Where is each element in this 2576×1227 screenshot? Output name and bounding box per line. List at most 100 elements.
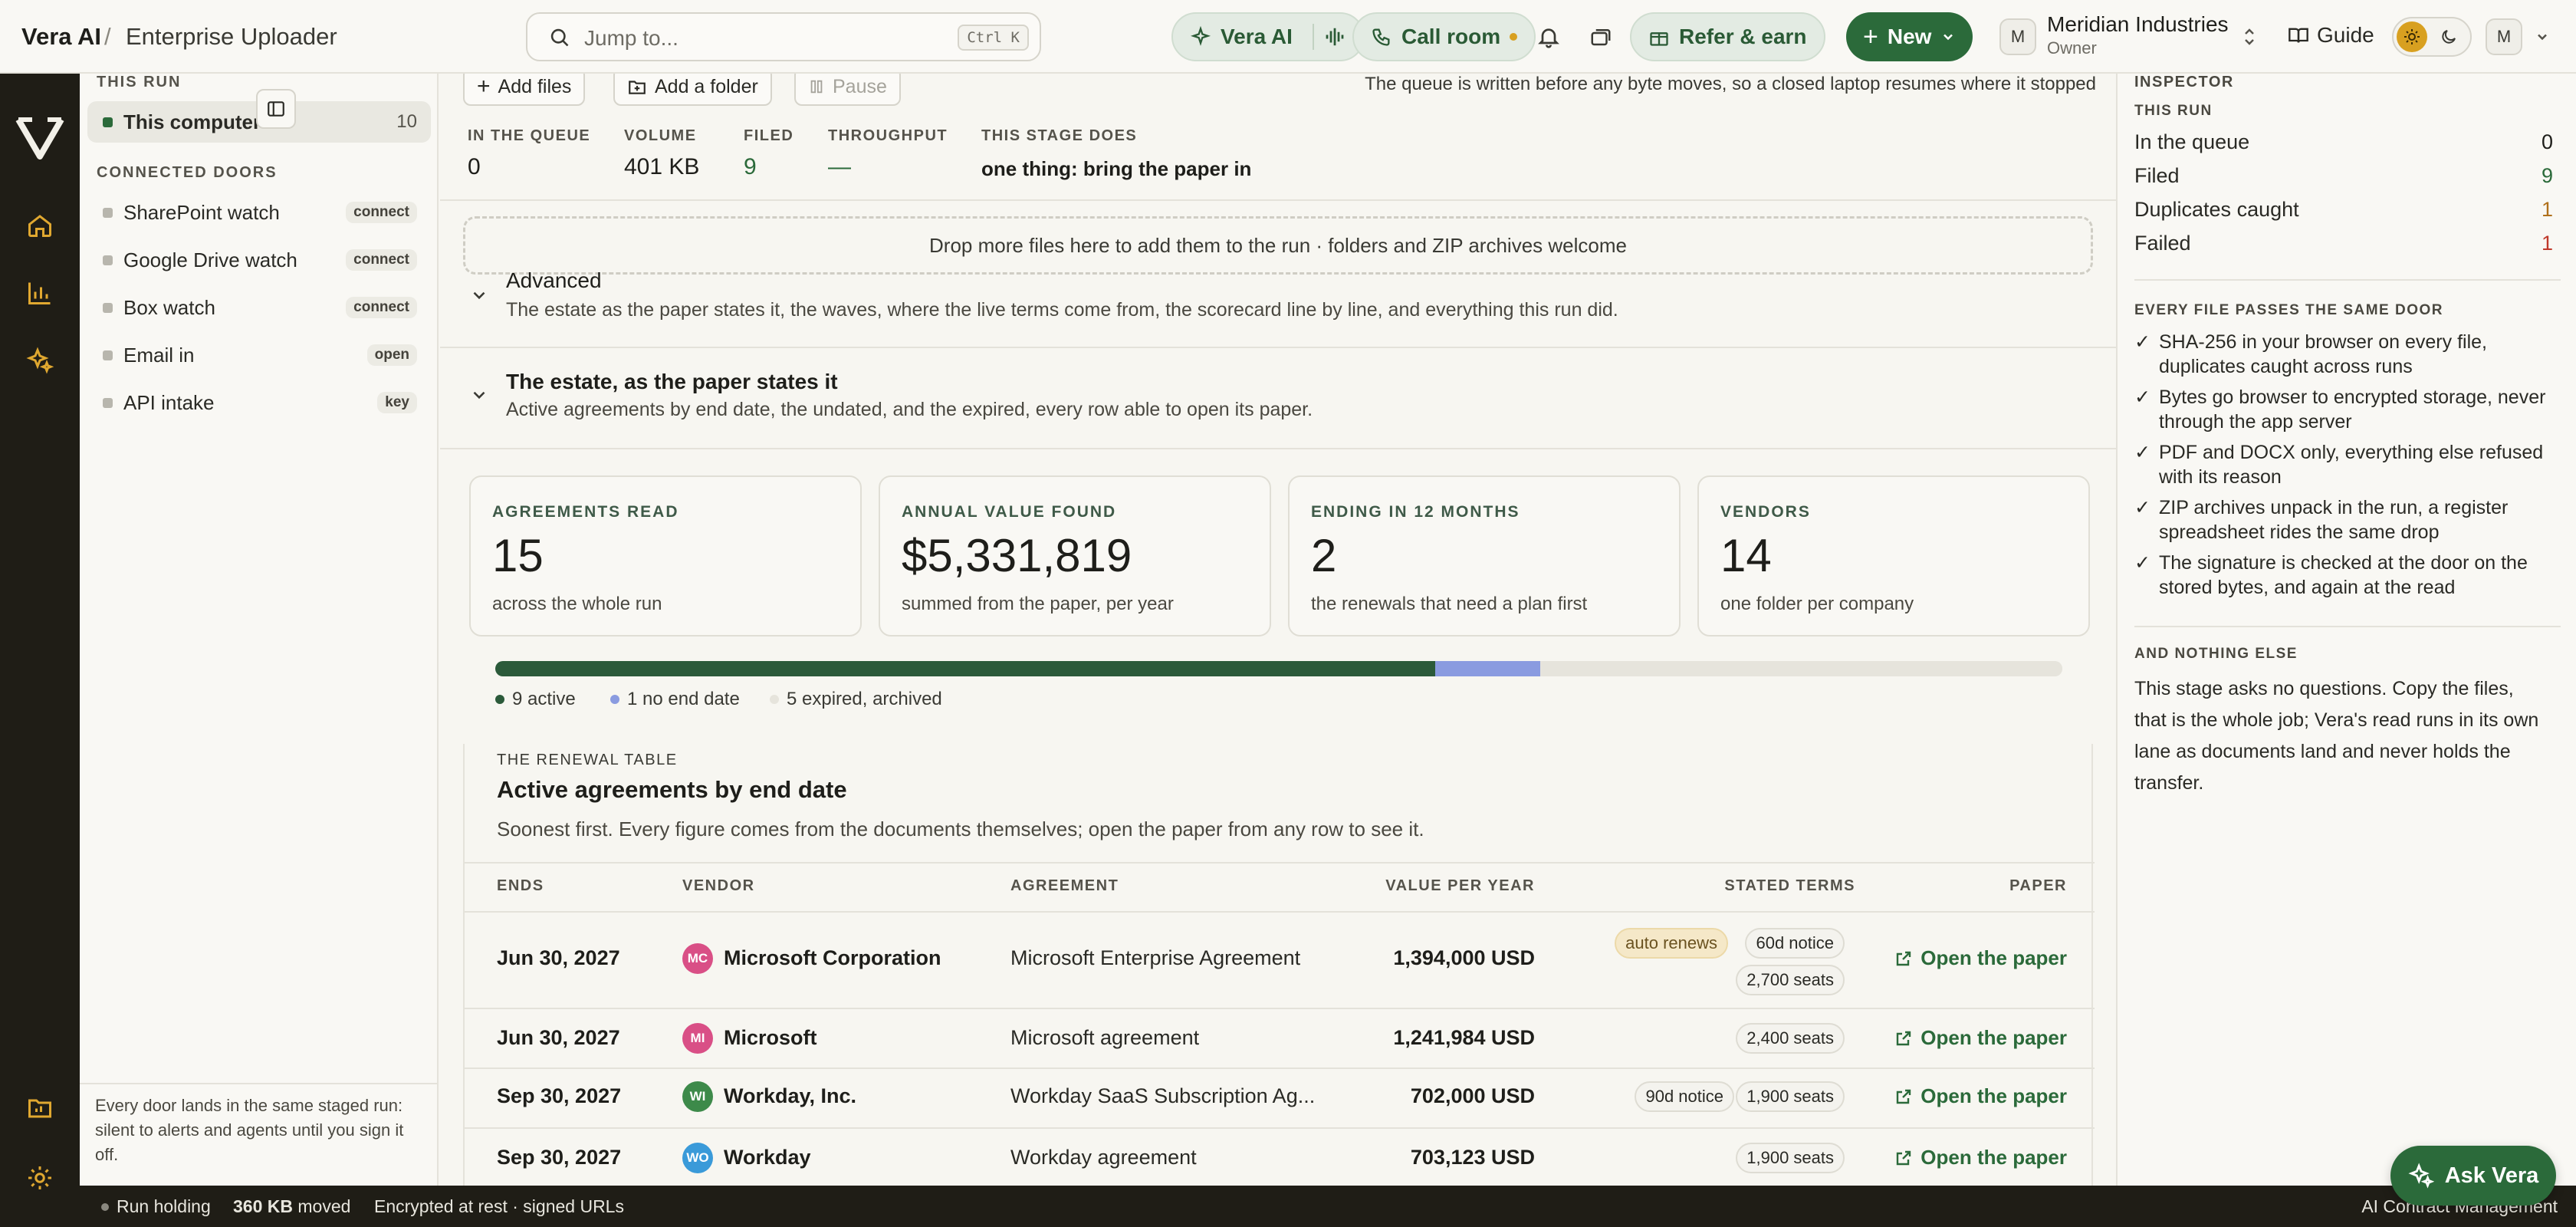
sidebar-item-sharepoint[interactable]: SharePoint watch connect bbox=[87, 192, 431, 233]
kpi-card-ending: ENDING IN 12 MONTHS 2 the renewals that … bbox=[1288, 475, 1681, 637]
sparkle-icon[interactable] bbox=[26, 347, 54, 374]
pause-button[interactable]: Pause bbox=[794, 74, 901, 106]
connect-badge[interactable]: connect bbox=[346, 297, 417, 318]
add-folder-button[interactable]: Add a folder bbox=[613, 74, 772, 106]
folder-chart-icon[interactable] bbox=[26, 1094, 54, 1121]
sidebar-panel-icon bbox=[268, 101, 284, 117]
row-agreement: Microsoft Enterprise Agreement bbox=[1010, 946, 1301, 969]
connect-badge[interactable]: connect bbox=[346, 249, 417, 271]
org-name: Meridian Industries bbox=[2047, 12, 2229, 36]
open-paper-link[interactable]: Open the paper bbox=[1894, 1026, 2067, 1050]
source-status-dot bbox=[103, 255, 113, 265]
check-icon: ✓ bbox=[2134, 387, 2150, 408]
brand-name[interactable]: Vera AI bbox=[21, 23, 101, 51]
kpi-value: 14 bbox=[1720, 530, 1772, 581]
breadcrumb-current[interactable]: Enterprise Uploader bbox=[126, 23, 337, 51]
check-icon: ✓ bbox=[2134, 331, 2150, 353]
add-files-label: Add files bbox=[498, 75, 572, 97]
status-bar-segment-2 bbox=[1539, 661, 2062, 676]
row-value: 1,241,984 USD bbox=[1393, 1026, 1535, 1049]
kpi-caption: one folder per company bbox=[1720, 594, 1914, 614]
nothing-heading: AND NOTHING ELSE bbox=[2134, 646, 2298, 662]
open-paper-label: Open the paper bbox=[1921, 1146, 2067, 1169]
refer-earn-button[interactable]: Refer & earn bbox=[1630, 12, 1825, 61]
chevron-down-icon[interactable] bbox=[2535, 29, 2550, 44]
run-status: Run holding bbox=[101, 1196, 211, 1217]
connect-badge[interactable]: connect bbox=[346, 202, 417, 223]
this-run-heading: THIS RUN bbox=[2134, 103, 2213, 119]
call-room-button[interactable]: Call room bbox=[1352, 12, 1536, 61]
metric-label: In the queue bbox=[2134, 130, 2250, 153]
call-room-label: Call room bbox=[1401, 25, 1501, 48]
open-paper-link[interactable]: Open the paper bbox=[1894, 946, 2067, 970]
legend-swatch bbox=[495, 695, 504, 704]
open-paper-link[interactable]: Open the paper bbox=[1894, 1146, 2067, 1169]
table-row[interactable]: Jun 30, 2027 MI Microsoft Microsoft agre… bbox=[465, 1008, 2095, 1067]
sidebar-item-google-drive[interactable]: Google Drive watch connect bbox=[87, 239, 431, 281]
kpi-value: 15 bbox=[492, 530, 544, 581]
external-link-icon bbox=[1897, 1089, 1911, 1104]
term-tag: 90d notice bbox=[1635, 1081, 1734, 1112]
table-row[interactable]: Jun 30, 2027 MC Microsoft Corporation Mi… bbox=[465, 911, 2095, 1008]
analytics-chart-icon[interactable] bbox=[26, 279, 54, 307]
ask-vera-button[interactable]: Ask Vera bbox=[2390, 1146, 2556, 1206]
collapse-sidebar-button[interactable] bbox=[256, 89, 296, 129]
add-folder-label: Add a folder bbox=[655, 75, 758, 97]
advanced-section-toggle[interactable]: Advanced The estate as the paper states … bbox=[440, 258, 2116, 337]
org-avatar[interactable]: M bbox=[1999, 18, 2036, 55]
moon-icon bbox=[2442, 30, 2456, 44]
table-row[interactable]: Sep 30, 2027 WI Workday, Inc. Workday Sa… bbox=[465, 1067, 2095, 1127]
inbox-stack-icon[interactable] bbox=[1582, 18, 1619, 55]
open-badge[interactable]: open bbox=[366, 344, 417, 366]
home-icon[interactable] bbox=[26, 212, 54, 239]
external-link-icon bbox=[1897, 1150, 1911, 1165]
door-check-item: ✓ Bytes go browser to encrypted storage, … bbox=[2134, 385, 2553, 434]
metric-filed: Filed 9 bbox=[2134, 164, 2553, 188]
vera-logo-icon[interactable] bbox=[15, 115, 64, 160]
sidebar-item-box[interactable]: Box watch connect bbox=[87, 287, 431, 328]
chevron-updown-icon[interactable] bbox=[2242, 26, 2257, 48]
advanced-subtitle: The estate as the paper states it, the w… bbox=[506, 299, 1618, 321]
estate-section-toggle[interactable]: The estate, as the paper states it Activ… bbox=[440, 362, 2116, 439]
door-check-item: ✓ The signature is checked at the door on… bbox=[2134, 551, 2553, 600]
estate-title: The estate, as the paper states it bbox=[506, 370, 838, 393]
sidebar-item-label: This computer bbox=[123, 110, 261, 133]
guide-button[interactable]: Guide bbox=[2288, 23, 2374, 48]
ask-vera-label: Ask Vera bbox=[2444, 1163, 2539, 1188]
kpi-card-agreements: AGREEMENTS READ 15 across the whole run bbox=[469, 475, 862, 637]
pause-icon bbox=[810, 80, 823, 94]
open-paper-link[interactable]: Open the paper bbox=[1894, 1084, 2067, 1108]
search-placeholder: Jump to... bbox=[584, 26, 678, 50]
queue-note: The queue is written before any byte mov… bbox=[1365, 74, 2096, 94]
check-icon: ✓ bbox=[2134, 442, 2150, 463]
pause-label: Pause bbox=[833, 75, 887, 97]
legend-label: 9 active bbox=[512, 689, 576, 709]
key-badge[interactable]: key bbox=[377, 392, 417, 413]
notifications-bell-icon[interactable] bbox=[1530, 18, 1567, 55]
guide-label: Guide bbox=[2317, 23, 2374, 47]
settings-gear-icon[interactable] bbox=[26, 1164, 54, 1192]
sidebar-item-email-in[interactable]: Email in open bbox=[87, 334, 431, 376]
door-check-item: ✓ SHA-256 in your browser on every file, … bbox=[2134, 330, 2553, 379]
legend-label: 5 expired, archived bbox=[787, 689, 942, 709]
divider bbox=[440, 347, 2116, 348]
org-switcher[interactable]: Meridian Industries Owner bbox=[2047, 12, 2229, 58]
table-row[interactable]: Sep 30, 2027 WO Workday Workday agreemen… bbox=[465, 1127, 2095, 1186]
new-button[interactable]: + New bbox=[1846, 12, 1973, 61]
metric-value: 9 bbox=[2541, 164, 2553, 187]
check-icon: ✓ bbox=[2134, 497, 2150, 518]
check-text: SHA-256 in your browser on every file, d… bbox=[2159, 331, 2487, 377]
inspector-heading: INSPECTOR bbox=[2134, 74, 2234, 90]
add-files-button[interactable]: + Add files bbox=[463, 74, 586, 106]
voice-wave-icon[interactable] bbox=[1323, 25, 1346, 48]
vera-ai-button[interactable]: Vera AI bbox=[1171, 12, 1365, 61]
theme-toggle[interactable] bbox=[2392, 17, 2472, 57]
sidebar-item-label: Box watch bbox=[123, 295, 215, 319]
search-shortcut: Ctrl K bbox=[958, 25, 1029, 51]
user-avatar[interactable]: M bbox=[2486, 18, 2522, 55]
sidebar-item-api-intake[interactable]: API intake key bbox=[87, 382, 431, 423]
renewal-table: THE RENEWAL TABLE Active agreements by e… bbox=[463, 744, 2095, 1186]
gift-icon bbox=[1650, 32, 1668, 46]
search-input[interactable]: Jump to... Ctrl K bbox=[526, 12, 1041, 61]
source-status-dot bbox=[103, 350, 113, 360]
